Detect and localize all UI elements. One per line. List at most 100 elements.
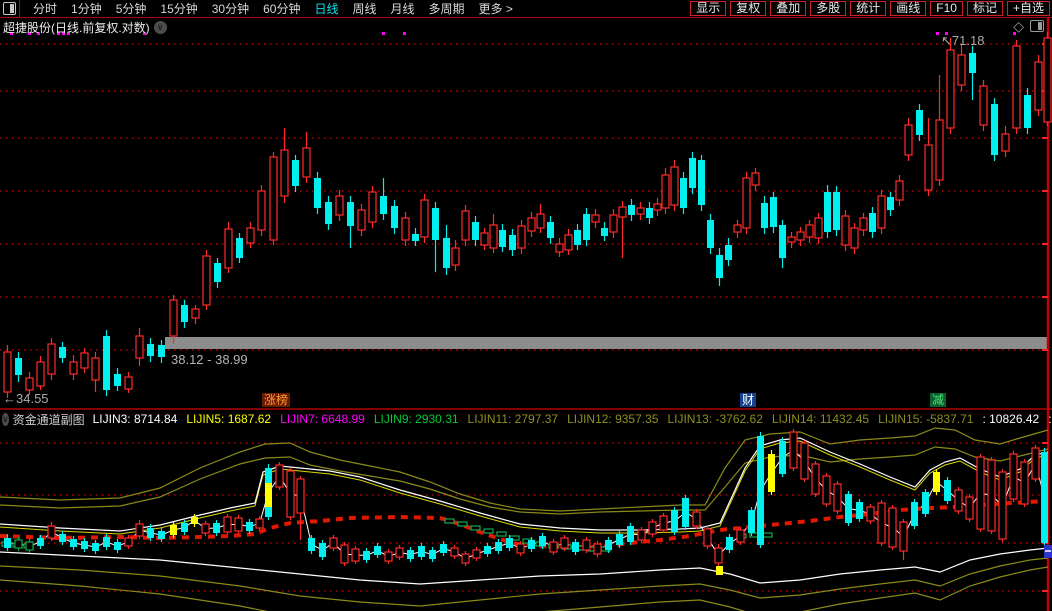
candle bbox=[779, 437, 786, 477]
candle bbox=[594, 541, 601, 557]
candle bbox=[716, 248, 723, 286]
indicator-chevron-icon[interactable]: ∨ bbox=[2, 413, 9, 426]
candle bbox=[737, 527, 744, 545]
candle-body bbox=[628, 205, 635, 215]
event-marker-dot bbox=[382, 32, 385, 35]
candle-body bbox=[136, 524, 143, 536]
candle bbox=[125, 372, 132, 393]
candle-body bbox=[509, 235, 516, 250]
candle-body bbox=[646, 208, 653, 218]
chart-tag-0[interactable]: 涨榜 bbox=[262, 393, 290, 407]
diamond-icon[interactable]: ◇ bbox=[1013, 19, 1024, 33]
candle-body bbox=[336, 196, 343, 215]
panel-toggle-icon[interactable] bbox=[1030, 20, 1044, 32]
candle bbox=[81, 348, 88, 373]
candle bbox=[114, 368, 121, 391]
candle bbox=[418, 543, 425, 560]
candle-body bbox=[556, 244, 563, 252]
candle bbox=[1024, 88, 1031, 134]
candle bbox=[565, 229, 572, 255]
candle bbox=[281, 128, 288, 203]
candle bbox=[824, 185, 831, 238]
candle-body bbox=[715, 548, 722, 563]
candle bbox=[911, 499, 918, 529]
candle-body bbox=[680, 178, 687, 208]
low-price-label: ←34.55 bbox=[3, 391, 49, 406]
green-dash bbox=[471, 526, 480, 530]
indicator-value-7: LIJIN14: 11432.45 bbox=[772, 412, 869, 426]
candle bbox=[768, 450, 775, 495]
candle-body bbox=[856, 502, 863, 519]
candle-body bbox=[528, 218, 535, 231]
candle-body bbox=[281, 150, 288, 196]
candle bbox=[878, 190, 885, 234]
candle bbox=[867, 504, 874, 524]
candle-body bbox=[698, 160, 705, 205]
candle-body bbox=[495, 542, 502, 551]
candle bbox=[698, 155, 705, 211]
upper-band-outer bbox=[0, 428, 1048, 511]
candle-body bbox=[583, 214, 590, 240]
candle-body bbox=[737, 530, 744, 542]
candle-body bbox=[369, 192, 376, 222]
candle-body bbox=[671, 510, 678, 532]
candle bbox=[977, 454, 984, 532]
candle bbox=[955, 487, 962, 514]
candle bbox=[619, 201, 626, 258]
candle-body bbox=[276, 465, 283, 487]
candle bbox=[224, 514, 231, 535]
candle-body bbox=[815, 218, 822, 238]
candle-body bbox=[473, 550, 480, 558]
candle-body bbox=[225, 229, 232, 268]
chart-tag-2[interactable]: 减 bbox=[930, 393, 946, 407]
candle-body bbox=[380, 196, 387, 214]
candle-body bbox=[247, 228, 254, 243]
candle-body bbox=[70, 362, 77, 374]
candle bbox=[114, 539, 121, 553]
candle bbox=[225, 222, 232, 273]
candle-body bbox=[716, 255, 723, 278]
candle bbox=[779, 220, 786, 268]
candle bbox=[936, 75, 943, 186]
candle bbox=[761, 196, 768, 234]
candle-body bbox=[37, 362, 44, 386]
candle bbox=[790, 429, 797, 471]
candle bbox=[671, 160, 678, 211]
candle-body bbox=[308, 538, 315, 551]
candle-body bbox=[980, 86, 987, 125]
candle bbox=[452, 240, 459, 271]
candle bbox=[432, 202, 439, 272]
green-dash bbox=[445, 519, 454, 523]
candle bbox=[402, 212, 409, 246]
candle-body bbox=[1024, 95, 1031, 128]
candle-body bbox=[689, 158, 696, 188]
candle bbox=[716, 566, 723, 575]
candle bbox=[103, 330, 110, 396]
candle bbox=[1021, 459, 1028, 507]
candle bbox=[59, 342, 66, 363]
candle-body bbox=[823, 476, 830, 504]
candle bbox=[845, 491, 852, 526]
candle-body bbox=[303, 148, 310, 177]
candle-body bbox=[851, 228, 858, 248]
candle-body bbox=[48, 344, 55, 374]
indicator-value-8: LIJIN15: -5837.71 bbox=[878, 412, 973, 426]
chart-tag-1[interactable]: 财 bbox=[740, 393, 756, 407]
indicator-value-6: LIJIN13: -3762.62 bbox=[667, 412, 762, 426]
candle-body bbox=[905, 125, 912, 155]
candle-body bbox=[887, 197, 894, 210]
candle-body bbox=[896, 181, 903, 200]
indicator-name[interactable]: 资金通道副图 bbox=[13, 411, 85, 428]
candle-body bbox=[170, 525, 177, 535]
candle bbox=[385, 549, 392, 564]
candle bbox=[213, 520, 220, 536]
candle-body bbox=[170, 300, 177, 336]
candle bbox=[1002, 126, 1009, 157]
candle-body bbox=[662, 175, 669, 208]
candle-body bbox=[601, 228, 608, 236]
candle-body bbox=[256, 519, 263, 528]
candle-body bbox=[768, 454, 775, 492]
chevron-down-icon[interactable]: ∨ bbox=[154, 21, 167, 34]
candle bbox=[509, 229, 516, 256]
candle bbox=[158, 340, 165, 363]
